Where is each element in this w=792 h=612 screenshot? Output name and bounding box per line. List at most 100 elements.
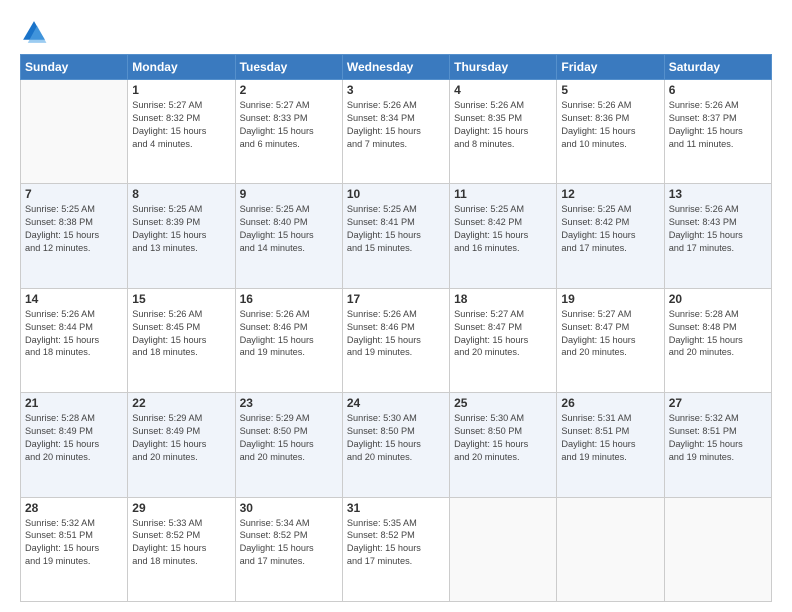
cell-content: Sunrise: 5:31 AM Sunset: 8:51 PM Dayligh… (561, 412, 659, 464)
calendar-cell: 1 Sunrise: 5:27 AM Sunset: 8:32 PM Daylig… (128, 80, 235, 184)
col-header-monday: Monday (128, 55, 235, 80)
col-header-saturday: Saturday (664, 55, 771, 80)
cell-content: Sunrise: 5:25 AM Sunset: 8:41 PM Dayligh… (347, 203, 445, 255)
cell-content: Sunrise: 5:29 AM Sunset: 8:50 PM Dayligh… (240, 412, 338, 464)
cell-content: Sunrise: 5:32 AM Sunset: 8:51 PM Dayligh… (669, 412, 767, 464)
calendar-cell: 22 Sunrise: 5:29 AM Sunset: 8:49 PM Dayli… (128, 393, 235, 497)
calendar-cell: 9 Sunrise: 5:25 AM Sunset: 8:40 PM Daylig… (235, 184, 342, 288)
cell-content: Sunrise: 5:28 AM Sunset: 8:48 PM Dayligh… (669, 308, 767, 360)
calendar-cell: 6 Sunrise: 5:26 AM Sunset: 8:37 PM Daylig… (664, 80, 771, 184)
cell-content: Sunrise: 5:34 AM Sunset: 8:52 PM Dayligh… (240, 517, 338, 569)
cell-content: Sunrise: 5:30 AM Sunset: 8:50 PM Dayligh… (347, 412, 445, 464)
cell-content: Sunrise: 5:26 AM Sunset: 8:36 PM Dayligh… (561, 99, 659, 151)
calendar-cell: 26 Sunrise: 5:31 AM Sunset: 8:51 PM Dayli… (557, 393, 664, 497)
day-number: 2 (240, 83, 338, 97)
calendar-cell: 23 Sunrise: 5:29 AM Sunset: 8:50 PM Dayli… (235, 393, 342, 497)
day-number: 1 (132, 83, 230, 97)
calendar-cell: 28 Sunrise: 5:32 AM Sunset: 8:51 PM Dayli… (21, 497, 128, 601)
logo-icon (20, 18, 48, 46)
day-number: 21 (25, 396, 123, 410)
day-number: 6 (669, 83, 767, 97)
day-number: 11 (454, 187, 552, 201)
day-number: 31 (347, 501, 445, 515)
cell-content: Sunrise: 5:33 AM Sunset: 8:52 PM Dayligh… (132, 517, 230, 569)
cell-content: Sunrise: 5:25 AM Sunset: 8:40 PM Dayligh… (240, 203, 338, 255)
day-number: 15 (132, 292, 230, 306)
day-number: 5 (561, 83, 659, 97)
cell-content: Sunrise: 5:27 AM Sunset: 8:47 PM Dayligh… (454, 308, 552, 360)
col-header-sunday: Sunday (21, 55, 128, 80)
day-number: 30 (240, 501, 338, 515)
cell-content: Sunrise: 5:32 AM Sunset: 8:51 PM Dayligh… (25, 517, 123, 569)
calendar-cell: 4 Sunrise: 5:26 AM Sunset: 8:35 PM Daylig… (450, 80, 557, 184)
calendar-cell: 18Sunrise: 5:27 AM Sunset: 8:47 PM Dayli… (450, 288, 557, 392)
day-number: 19 (561, 292, 659, 306)
col-header-friday: Friday (557, 55, 664, 80)
cell-content: Sunrise: 5:26 AM Sunset: 8:44 PM Dayligh… (25, 308, 123, 360)
day-number: 25 (454, 396, 552, 410)
calendar-cell: 31 Sunrise: 5:35 AM Sunset: 8:52 PM Dayli… (342, 497, 449, 601)
calendar-table: SundayMondayTuesdayWednesdayThursdayFrid… (20, 54, 772, 602)
day-number: 24 (347, 396, 445, 410)
col-header-tuesday: Tuesday (235, 55, 342, 80)
calendar-cell: 20Sunrise: 5:28 AM Sunset: 8:48 PM Dayli… (664, 288, 771, 392)
cell-content: Sunrise: 5:26 AM Sunset: 8:34 PM Dayligh… (347, 99, 445, 151)
day-number: 29 (132, 501, 230, 515)
calendar-cell (450, 497, 557, 601)
cell-content: Sunrise: 5:28 AM Sunset: 8:49 PM Dayligh… (25, 412, 123, 464)
day-number: 26 (561, 396, 659, 410)
day-number: 17 (347, 292, 445, 306)
header (20, 18, 772, 46)
calendar-cell: 30 Sunrise: 5:34 AM Sunset: 8:52 PM Dayli… (235, 497, 342, 601)
day-number: 23 (240, 396, 338, 410)
cell-content: Sunrise: 5:26 AM Sunset: 8:46 PM Dayligh… (240, 308, 338, 360)
calendar-cell: 16 Sunrise: 5:26 AM Sunset: 8:46 PM Dayli… (235, 288, 342, 392)
cell-content: Sunrise: 5:26 AM Sunset: 8:37 PM Dayligh… (669, 99, 767, 151)
day-number: 10 (347, 187, 445, 201)
cell-content: Sunrise: 5:27 AM Sunset: 8:47 PM Dayligh… (561, 308, 659, 360)
cell-content: Sunrise: 5:30 AM Sunset: 8:50 PM Dayligh… (454, 412, 552, 464)
calendar-cell: 13 Sunrise: 5:26 AM Sunset: 8:43 PM Dayli… (664, 184, 771, 288)
cell-content: Sunrise: 5:26 AM Sunset: 8:43 PM Dayligh… (669, 203, 767, 255)
day-number: 16 (240, 292, 338, 306)
day-number: 4 (454, 83, 552, 97)
day-number: 13 (669, 187, 767, 201)
calendar-cell: 19 Sunrise: 5:27 AM Sunset: 8:47 PM Dayli… (557, 288, 664, 392)
logo (20, 18, 52, 46)
cell-content: Sunrise: 5:35 AM Sunset: 8:52 PM Dayligh… (347, 517, 445, 569)
cell-content: Sunrise: 5:29 AM Sunset: 8:49 PM Dayligh… (132, 412, 230, 464)
calendar-cell: 14 Sunrise: 5:26 AM Sunset: 8:44 PM Dayli… (21, 288, 128, 392)
calendar-cell: 17Sunrise: 5:26 AM Sunset: 8:46 PM Dayli… (342, 288, 449, 392)
calendar-cell: 24 Sunrise: 5:30 AM Sunset: 8:50 PM Dayli… (342, 393, 449, 497)
calendar-cell: 5 Sunrise: 5:26 AM Sunset: 8:36 PM Daylig… (557, 80, 664, 184)
calendar-cell: 25 Sunrise: 5:30 AM Sunset: 8:50 PM Dayli… (450, 393, 557, 497)
calendar-cell: 12Sunrise: 5:25 AM Sunset: 8:42 PM Dayli… (557, 184, 664, 288)
calendar-cell (21, 80, 128, 184)
calendar-cell: 2 Sunrise: 5:27 AM Sunset: 8:33 PM Daylig… (235, 80, 342, 184)
day-number: 9 (240, 187, 338, 201)
calendar-cell (664, 497, 771, 601)
day-number: 8 (132, 187, 230, 201)
cell-content: Sunrise: 5:25 AM Sunset: 8:42 PM Dayligh… (454, 203, 552, 255)
calendar-cell: 21 Sunrise: 5:28 AM Sunset: 8:49 PM Dayli… (21, 393, 128, 497)
calendar-cell: 15 Sunrise: 5:26 AM Sunset: 8:45 PM Dayli… (128, 288, 235, 392)
calendar-cell: 7 Sunrise: 5:25 AM Sunset: 8:38 PM Daylig… (21, 184, 128, 288)
calendar-cell: 3Sunrise: 5:26 AM Sunset: 8:34 PM Daylig… (342, 80, 449, 184)
day-number: 27 (669, 396, 767, 410)
cell-content: Sunrise: 5:27 AM Sunset: 8:32 PM Dayligh… (132, 99, 230, 151)
cell-content: Sunrise: 5:26 AM Sunset: 8:45 PM Dayligh… (132, 308, 230, 360)
day-number: 22 (132, 396, 230, 410)
cell-content: Sunrise: 5:25 AM Sunset: 8:42 PM Dayligh… (561, 203, 659, 255)
page: SundayMondayTuesdayWednesdayThursdayFrid… (0, 0, 792, 612)
cell-content: Sunrise: 5:26 AM Sunset: 8:35 PM Dayligh… (454, 99, 552, 151)
day-number: 14 (25, 292, 123, 306)
col-header-wednesday: Wednesday (342, 55, 449, 80)
calendar-cell (557, 497, 664, 601)
cell-content: Sunrise: 5:25 AM Sunset: 8:38 PM Dayligh… (25, 203, 123, 255)
day-number: 7 (25, 187, 123, 201)
calendar-cell: 29 Sunrise: 5:33 AM Sunset: 8:52 PM Dayli… (128, 497, 235, 601)
cell-content: Sunrise: 5:25 AM Sunset: 8:39 PM Dayligh… (132, 203, 230, 255)
calendar-cell: 8 Sunrise: 5:25 AM Sunset: 8:39 PM Daylig… (128, 184, 235, 288)
day-number: 28 (25, 501, 123, 515)
cell-content: Sunrise: 5:27 AM Sunset: 8:33 PM Dayligh… (240, 99, 338, 151)
